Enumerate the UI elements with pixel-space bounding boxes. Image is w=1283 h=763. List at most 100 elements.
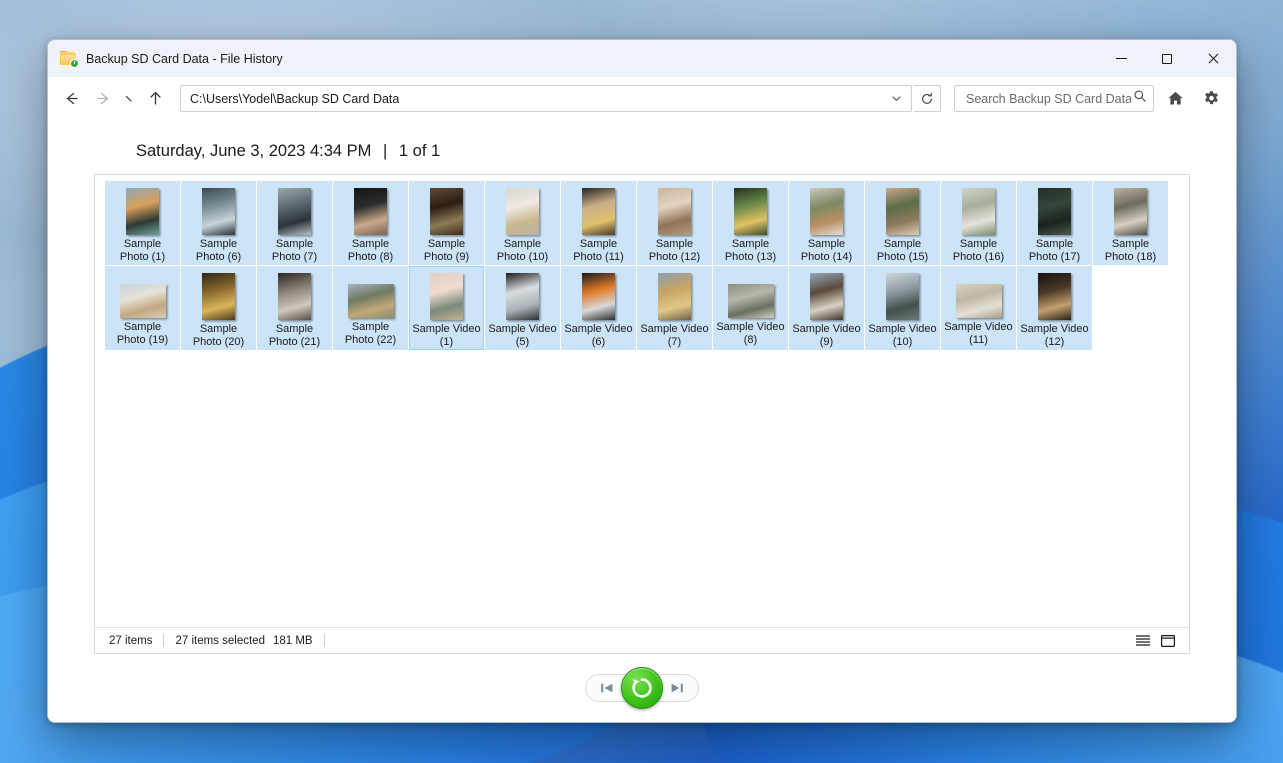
window-title: Backup SD Card Data - File History	[86, 51, 283, 66]
file-item-label: Sample Video (12)	[1020, 323, 1089, 348]
file-item[interactable]: Sample Video (10)	[865, 266, 940, 350]
file-item[interactable]: Sample Video (11)	[941, 266, 1016, 350]
file-item[interactable]: Sample Photo (7)	[257, 181, 332, 265]
file-item[interactable]: Sample Photo (6)	[181, 181, 256, 265]
file-item-label: Sample Photo (10)	[496, 238, 549, 263]
file-item-label: Sample Photo (9)	[423, 238, 470, 263]
search-box[interactable]	[954, 85, 1154, 112]
refresh-icon[interactable]	[914, 85, 941, 112]
file-item-label: Sample Photo (18)	[1104, 238, 1157, 263]
search-input[interactable]	[964, 90, 1133, 107]
address-toolbar: C:\Users\Yodel\Backup SD Card Data	[48, 77, 1236, 120]
version-separator: |	[383, 142, 388, 160]
file-item[interactable]: Sample Photo (14)	[789, 181, 864, 265]
file-item-label: Sample Photo (15)	[876, 238, 929, 263]
file-thumbnail	[430, 188, 463, 235]
file-item[interactable]: Sample Photo (22)	[333, 266, 408, 350]
file-item-label: Sample Photo (1)	[119, 238, 166, 263]
file-item-label: Sample Photo (8)	[347, 238, 394, 263]
file-thumbnail	[506, 273, 539, 320]
file-item[interactable]: Sample Photo (17)	[1017, 181, 1092, 265]
file-item-label: Sample Photo (21)	[268, 323, 321, 348]
file-thumbnail	[278, 188, 311, 235]
file-item[interactable]: Sample Photo (18)	[1093, 181, 1168, 265]
file-item-label: Sample Photo (12)	[648, 238, 701, 263]
file-item[interactable]: Sample Photo (19)	[105, 266, 180, 350]
file-item[interactable]: Sample Video (9)	[789, 266, 864, 350]
back-icon[interactable]	[56, 84, 86, 114]
file-items-container[interactable]: Sample Photo (1) Sample Photo (6) Sample P…	[95, 175, 1189, 627]
file-item[interactable]: Sample Photo (1)	[105, 181, 180, 265]
file-item-label: Sample Photo (20)	[192, 323, 245, 348]
file-item-label: Sample Photo (13)	[724, 238, 777, 263]
file-item-label: Sample Video (6)	[564, 323, 633, 348]
file-item[interactable]: Sample Video (5)	[485, 266, 560, 350]
minimize-button[interactable]	[1098, 40, 1144, 77]
file-item-label: Sample Photo (16)	[952, 238, 1005, 263]
file-item[interactable]: Sample Photo (12)	[637, 181, 712, 265]
version-header: Saturday, June 3, 2023 4:34 PM | 1 of 1	[94, 120, 1190, 174]
home-icon[interactable]	[1160, 84, 1190, 114]
chevron-down-icon[interactable]	[885, 86, 907, 111]
file-thumbnail	[582, 188, 615, 235]
file-item[interactable]: Sample Photo (11)	[561, 181, 636, 265]
maximize-button[interactable]	[1144, 40, 1190, 77]
recent-locations-chevron-icon[interactable]	[120, 84, 138, 114]
file-thumbnail	[962, 188, 995, 235]
file-item[interactable]: Sample Video (7)	[637, 266, 712, 350]
status-divider-1	[163, 634, 165, 647]
search-icon[interactable]	[1133, 89, 1147, 108]
file-item[interactable]: Sample Video (1)	[409, 266, 484, 350]
file-history-window: Backup SD Card Data - File History C:\Us…	[47, 39, 1237, 723]
file-item-label: Sample Photo (7)	[271, 238, 318, 263]
file-item-label: Sample Photo (6)	[195, 238, 242, 263]
up-icon[interactable]	[140, 84, 170, 114]
status-size: 181 MB	[272, 634, 313, 647]
version-navigation	[562, 666, 722, 710]
file-item-label: Sample Video (10)	[868, 323, 937, 348]
address-bar[interactable]: C:\Users\Yodel\Backup SD Card Data	[180, 85, 912, 112]
file-item-label: Sample Photo (17)	[1028, 238, 1081, 263]
file-thumbnail	[202, 273, 235, 320]
status-divider-2	[323, 634, 325, 647]
content-area: Saturday, June 3, 2023 4:34 PM | 1 of 1 …	[48, 120, 1236, 654]
file-thumbnail	[278, 273, 311, 320]
file-item-label: Sample Photo (19)	[116, 321, 169, 346]
restore-button[interactable]	[621, 667, 663, 709]
file-item[interactable]: Sample Video (12)	[1017, 266, 1092, 350]
details-view-icon[interactable]	[1132, 631, 1154, 651]
file-thumbnail	[734, 188, 767, 235]
file-item[interactable]: Sample Photo (9)	[409, 181, 484, 265]
file-item[interactable]: Sample Photo (15)	[865, 181, 940, 265]
close-button[interactable]	[1190, 40, 1236, 77]
file-item[interactable]: Sample Video (8)	[713, 266, 788, 350]
gear-icon[interactable]	[1196, 84, 1226, 114]
file-thumbnail	[1038, 273, 1071, 320]
file-thumbnail	[955, 273, 1002, 318]
file-item[interactable]: Sample Photo (21)	[257, 266, 332, 350]
version-datetime: Saturday, June 3, 2023 4:34 PM	[136, 142, 372, 160]
file-item-label: Sample Photo (22)	[344, 321, 397, 346]
file-item[interactable]: Sample Photo (8)	[333, 181, 408, 265]
file-item-label: Sample Video (8)	[716, 321, 785, 346]
title-bar-left: Backup SD Card Data - File History	[48, 50, 283, 68]
file-thumbnail	[430, 273, 463, 320]
large-icons-view-icon[interactable]	[1157, 631, 1179, 651]
file-item[interactable]: Sample Photo (16)	[941, 181, 1016, 265]
file-thumbnail	[1038, 188, 1071, 235]
file-item[interactable]: Sample Photo (20)	[181, 266, 256, 350]
file-thumbnail	[810, 273, 843, 320]
file-item-label: Sample Video (1)	[412, 323, 481, 348]
forward-icon[interactable]	[88, 84, 118, 114]
file-thumbnail	[119, 273, 166, 318]
file-thumbnail	[1114, 188, 1147, 235]
title-bar[interactable]: Backup SD Card Data - File History	[48, 40, 1236, 77]
file-item[interactable]: Sample Video (6)	[561, 266, 636, 350]
file-item[interactable]: Sample Photo (13)	[713, 181, 788, 265]
file-thumbnail	[202, 188, 235, 235]
version-counter: 1 of 1	[398, 142, 441, 160]
view-buttons	[1132, 631, 1179, 651]
file-item[interactable]: Sample Photo (10)	[485, 181, 560, 265]
file-item-label: Sample Photo (14)	[800, 238, 853, 263]
folder-history-icon	[60, 50, 79, 68]
